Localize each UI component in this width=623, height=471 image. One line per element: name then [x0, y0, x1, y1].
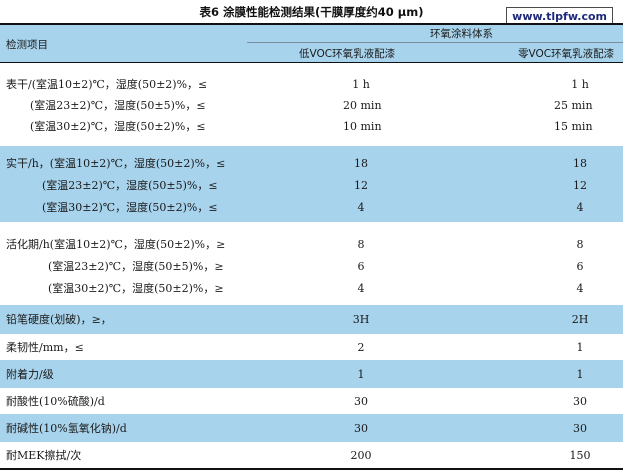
header-group-label: 环氧涂料体系 — [430, 28, 493, 40]
row-value-low-voc: 2 — [357, 341, 365, 354]
row-label: 实干/h，(室温10±2)℃，湿度(50±2)%，≤ — [6, 157, 226, 170]
row-value-low-voc: 10 min — [343, 120, 382, 133]
row-value-zero-voc: 30 — [573, 395, 587, 408]
header-rule — [0, 62, 623, 63]
row-value-zero-voc: 4 — [576, 282, 584, 295]
row-value-low-voc: 3H — [352, 313, 370, 326]
header-subline — [247, 42, 623, 43]
row-value-low-voc: 4 — [357, 282, 365, 295]
row-value-zero-voc: 1 — [576, 368, 584, 381]
row-label: 表干/(室温10±2)℃，湿度(50±2)%，≤ — [6, 78, 208, 91]
row-value-zero-voc: 18 — [573, 157, 587, 170]
row-label: (室温23±2)℃，湿度(50±5)%，≤ — [30, 99, 206, 112]
row-value-zero-voc: 8 — [576, 238, 584, 251]
row-value-low-voc: 200 — [350, 449, 372, 462]
row-label: 耐碱性(10%氢氧化钠)/d — [6, 422, 127, 435]
row-label: 铅笔硬度(划破)，≥， — [6, 313, 112, 326]
row-value-zero-voc: 2H — [571, 313, 589, 326]
row-label: 耐酸性(10%硫酸)/d — [6, 395, 105, 408]
row-label: 耐MEK擦拭/次 — [6, 449, 82, 462]
bottom-rule — [0, 468, 623, 470]
row-label: (室温23±2)℃，湿度(50±5)%，≤ — [42, 179, 218, 192]
row-value-zero-voc: 15 min — [554, 120, 593, 133]
row-value-zero-voc: 30 — [573, 422, 587, 435]
row-label: (室温23±2)℃，湿度(50±5)%，≥ — [48, 260, 224, 273]
row-value-low-voc: 6 — [357, 260, 365, 273]
row-label: (室温30±2)℃，湿度(50±2)%，≤ — [30, 120, 206, 133]
row-label: 活化期/h(室温10±2)℃，湿度(50±2)%，≥ — [6, 238, 226, 251]
row-value-zero-voc: 6 — [576, 260, 584, 273]
row-value-low-voc: 8 — [357, 238, 365, 251]
band-adhesion — [0, 360, 623, 388]
row-value-zero-voc: 4 — [576, 201, 584, 214]
row-label: 附着力/级 — [6, 368, 54, 381]
row-value-zero-voc: 1 h — [571, 78, 589, 91]
row-value-low-voc: 4 — [357, 201, 365, 214]
row-value-zero-voc: 150 — [569, 449, 591, 462]
header-item-label: 检测项目 — [6, 39, 48, 51]
row-label: (室温30±2)℃，湿度(50±2)%，≥ — [48, 282, 224, 295]
row-value-low-voc: 12 — [354, 179, 368, 192]
row-value-zero-voc: 25 min — [554, 99, 593, 112]
row-label: (室温30±2)℃，湿度(50±2)%，≤ — [42, 201, 218, 214]
row-label: 柔韧性/mm，≤ — [6, 341, 84, 354]
row-value-low-voc: 30 — [354, 422, 368, 435]
row-value-low-voc: 1 h — [352, 78, 370, 91]
row-value-zero-voc: 12 — [573, 179, 587, 192]
header-col-low-voc: 低VOC环氧乳液配漆 — [299, 48, 396, 60]
row-value-low-voc: 18 — [354, 157, 368, 170]
header-col-zero-voc: 零VOC环氧乳液配漆 — [518, 48, 615, 60]
row-value-low-voc: 1 — [357, 368, 365, 381]
row-value-low-voc: 30 — [354, 395, 368, 408]
row-value-low-voc: 20 min — [343, 99, 382, 112]
row-value-zero-voc: 1 — [576, 341, 584, 354]
